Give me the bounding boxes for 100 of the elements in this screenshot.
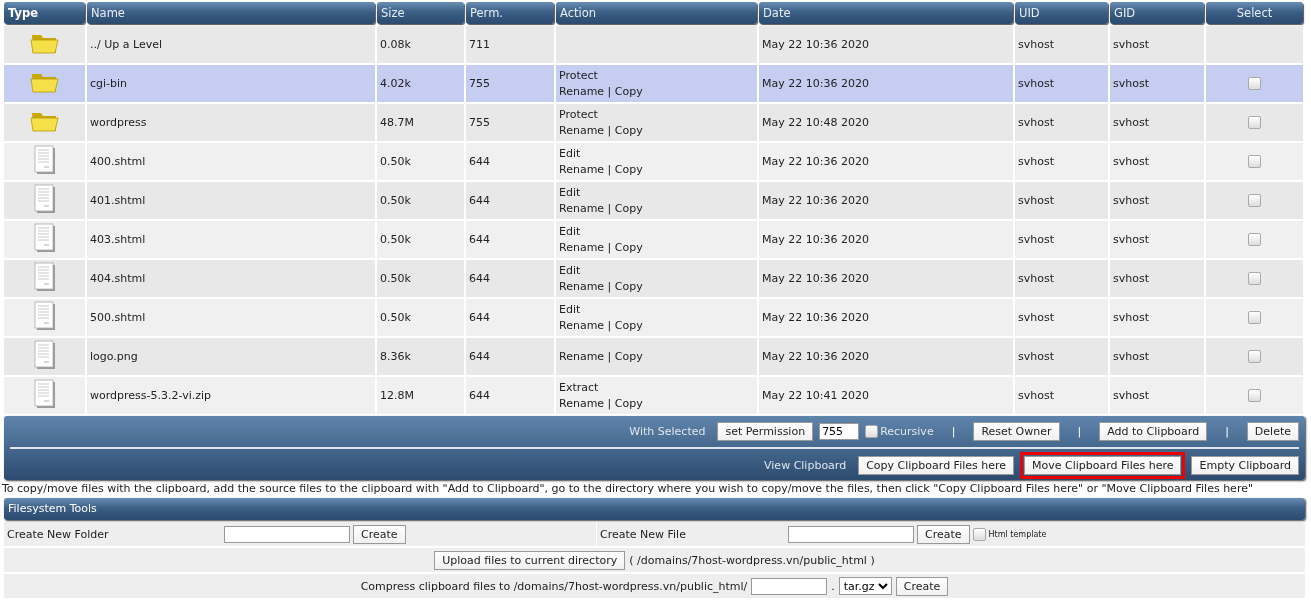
file-name-link[interactable]: cgi-bin xyxy=(90,77,128,90)
size-cell: 0.50k xyxy=(380,311,411,324)
date-cell: May 22 10:36 2020 xyxy=(762,77,869,90)
gid-cell: svhost xyxy=(1113,116,1149,129)
gid-cell: svhost xyxy=(1113,311,1149,324)
size-cell: 4.02k xyxy=(380,77,411,90)
section-header: Filesystem Tools xyxy=(4,498,1305,520)
action-link[interactable]: Extract xyxy=(559,379,754,396)
gid-cell: svhost xyxy=(1113,77,1149,90)
template-checkbox[interactable] xyxy=(972,527,986,541)
column-header[interactable]: Name xyxy=(87,2,375,24)
action-link[interactable]: Edit xyxy=(559,184,754,201)
column-header[interactable]: GID xyxy=(1110,2,1204,24)
column-header[interactable]: Date xyxy=(759,2,1013,24)
column-header[interactable]: UID xyxy=(1015,2,1108,24)
uid-cell: svhost xyxy=(1018,311,1054,324)
permission-cell: 644 xyxy=(469,272,490,285)
path-text: ( /domains/7host-wordpress.vn/public_html ) xyxy=(629,553,875,567)
permission-cell: 644 xyxy=(469,311,490,324)
file-name-field[interactable] xyxy=(788,525,914,543)
document-icon xyxy=(33,340,56,370)
date-cell: May 22 10:36 2020 xyxy=(762,272,869,285)
file-name-link[interactable]: wordpress-5.3.2-vi.zip xyxy=(90,389,212,402)
file-name-link[interactable]: 404.shtml xyxy=(90,272,146,285)
select-checkbox[interactable] xyxy=(1248,194,1261,208)
clipboard-button[interactable]: Empty Clipboard xyxy=(1191,455,1299,475)
permission-cell: 644 xyxy=(469,155,490,168)
file-name-link[interactable]: 401.shtml xyxy=(90,194,146,207)
uid-cell: svhost xyxy=(1018,194,1054,207)
select-checkbox[interactable] xyxy=(1248,233,1261,247)
select-checkbox[interactable] xyxy=(1248,389,1261,403)
document-icon xyxy=(33,301,56,331)
clipboard-button[interactable]: Copy Clipboard Files here xyxy=(858,455,1015,475)
permission-cell: 755 xyxy=(469,77,490,90)
folder-name-field[interactable] xyxy=(224,525,350,543)
file-name-link[interactable]: 500.shtml xyxy=(90,311,146,324)
select-checkbox[interactable] xyxy=(1248,311,1261,325)
document-icon xyxy=(33,145,56,175)
file-name-link[interactable]: logo.png xyxy=(90,350,138,363)
permission-field[interactable]: 755 xyxy=(819,422,860,440)
file-name-link[interactable]: 400.shtml xyxy=(90,155,146,168)
column-header[interactable]: Type xyxy=(4,2,85,24)
toolbar-button[interactable]: Delete xyxy=(1246,421,1299,441)
action-link[interactable]: Edit xyxy=(559,262,754,279)
column-header[interactable]: Select xyxy=(1206,2,1303,24)
document-icon xyxy=(33,262,56,292)
uid-cell: svhost xyxy=(1018,233,1054,246)
select-checkbox[interactable] xyxy=(1248,155,1261,169)
toolbar-button[interactable]: Reset Owner xyxy=(973,421,1060,441)
action-link[interactable]: Rename | Copy xyxy=(559,239,754,256)
action-link[interactable]: Rename | Copy xyxy=(559,395,754,412)
uid-cell: svhost xyxy=(1018,389,1054,402)
file-name-link[interactable]: ../ Up a Level xyxy=(90,38,162,51)
checkbox-label: Html template xyxy=(988,529,1047,539)
date-cell: May 22 10:36 2020 xyxy=(762,311,869,324)
select-checkbox[interactable] xyxy=(1248,350,1261,364)
action-link[interactable]: Rename | Copy xyxy=(559,161,754,178)
action-link[interactable]: Rename | Copy xyxy=(559,122,754,139)
toolbar-button[interactable]: Add to Clipboard xyxy=(1099,421,1208,441)
action-link[interactable]: Edit xyxy=(559,145,754,162)
size-cell: 0.50k xyxy=(380,272,411,285)
size-cell: 12.8M xyxy=(380,389,414,402)
action-link[interactable]: Rename | Copy xyxy=(559,317,754,334)
column-header[interactable]: Action xyxy=(556,2,757,24)
gid-cell: svhost xyxy=(1113,194,1149,207)
action-link[interactable]: Rename | Copy xyxy=(559,278,754,295)
gid-cell: svhost xyxy=(1113,38,1149,51)
column-header[interactable]: Perm. xyxy=(466,2,554,24)
select-checkbox[interactable] xyxy=(1248,77,1261,91)
create-button[interactable]: Create xyxy=(917,524,970,544)
action-link[interactable]: Protect xyxy=(559,106,754,123)
size-cell: 0.50k xyxy=(380,233,411,246)
upload-button[interactable]: Upload files to current directory xyxy=(434,550,626,570)
column-header[interactable]: Size xyxy=(377,2,464,24)
size-cell: 0.50k xyxy=(380,155,411,168)
format-dropdown[interactable]: tar.gz xyxy=(838,577,892,595)
document-icon xyxy=(33,184,56,214)
action-link[interactable]: Protect xyxy=(559,67,754,84)
view-clipboard-link[interactable]: View Clipboard xyxy=(764,458,847,472)
create-button[interactable]: Create xyxy=(895,576,949,596)
select-checkbox[interactable] xyxy=(1248,116,1261,130)
select-checkbox[interactable] xyxy=(1248,272,1261,286)
create-button[interactable]: Create xyxy=(353,524,406,544)
separator: | xyxy=(1077,424,1082,438)
gid-cell: svhost xyxy=(1113,155,1149,168)
action-link[interactable]: Edit xyxy=(559,301,754,318)
field-label: Create New Folder xyxy=(7,527,109,541)
permission-cell: 755 xyxy=(469,116,490,129)
field-label: Create New File xyxy=(600,527,686,541)
archive-name-field[interactable] xyxy=(751,577,828,595)
recursive-checkbox[interactable] xyxy=(865,424,879,438)
size-cell: 48.7M xyxy=(380,116,414,129)
separator: | xyxy=(951,424,956,438)
uid-cell: svhost xyxy=(1018,116,1054,129)
file-name-link[interactable]: 403.shtml xyxy=(90,233,146,246)
toolbar-button[interactable]: set Permission xyxy=(717,421,814,441)
action-link[interactable]: Edit xyxy=(559,223,754,240)
action-link[interactable]: Rename | Copy xyxy=(559,200,754,217)
file-name-link[interactable]: wordpress xyxy=(90,116,147,129)
action-link[interactable]: Rename | Copy xyxy=(559,83,754,100)
